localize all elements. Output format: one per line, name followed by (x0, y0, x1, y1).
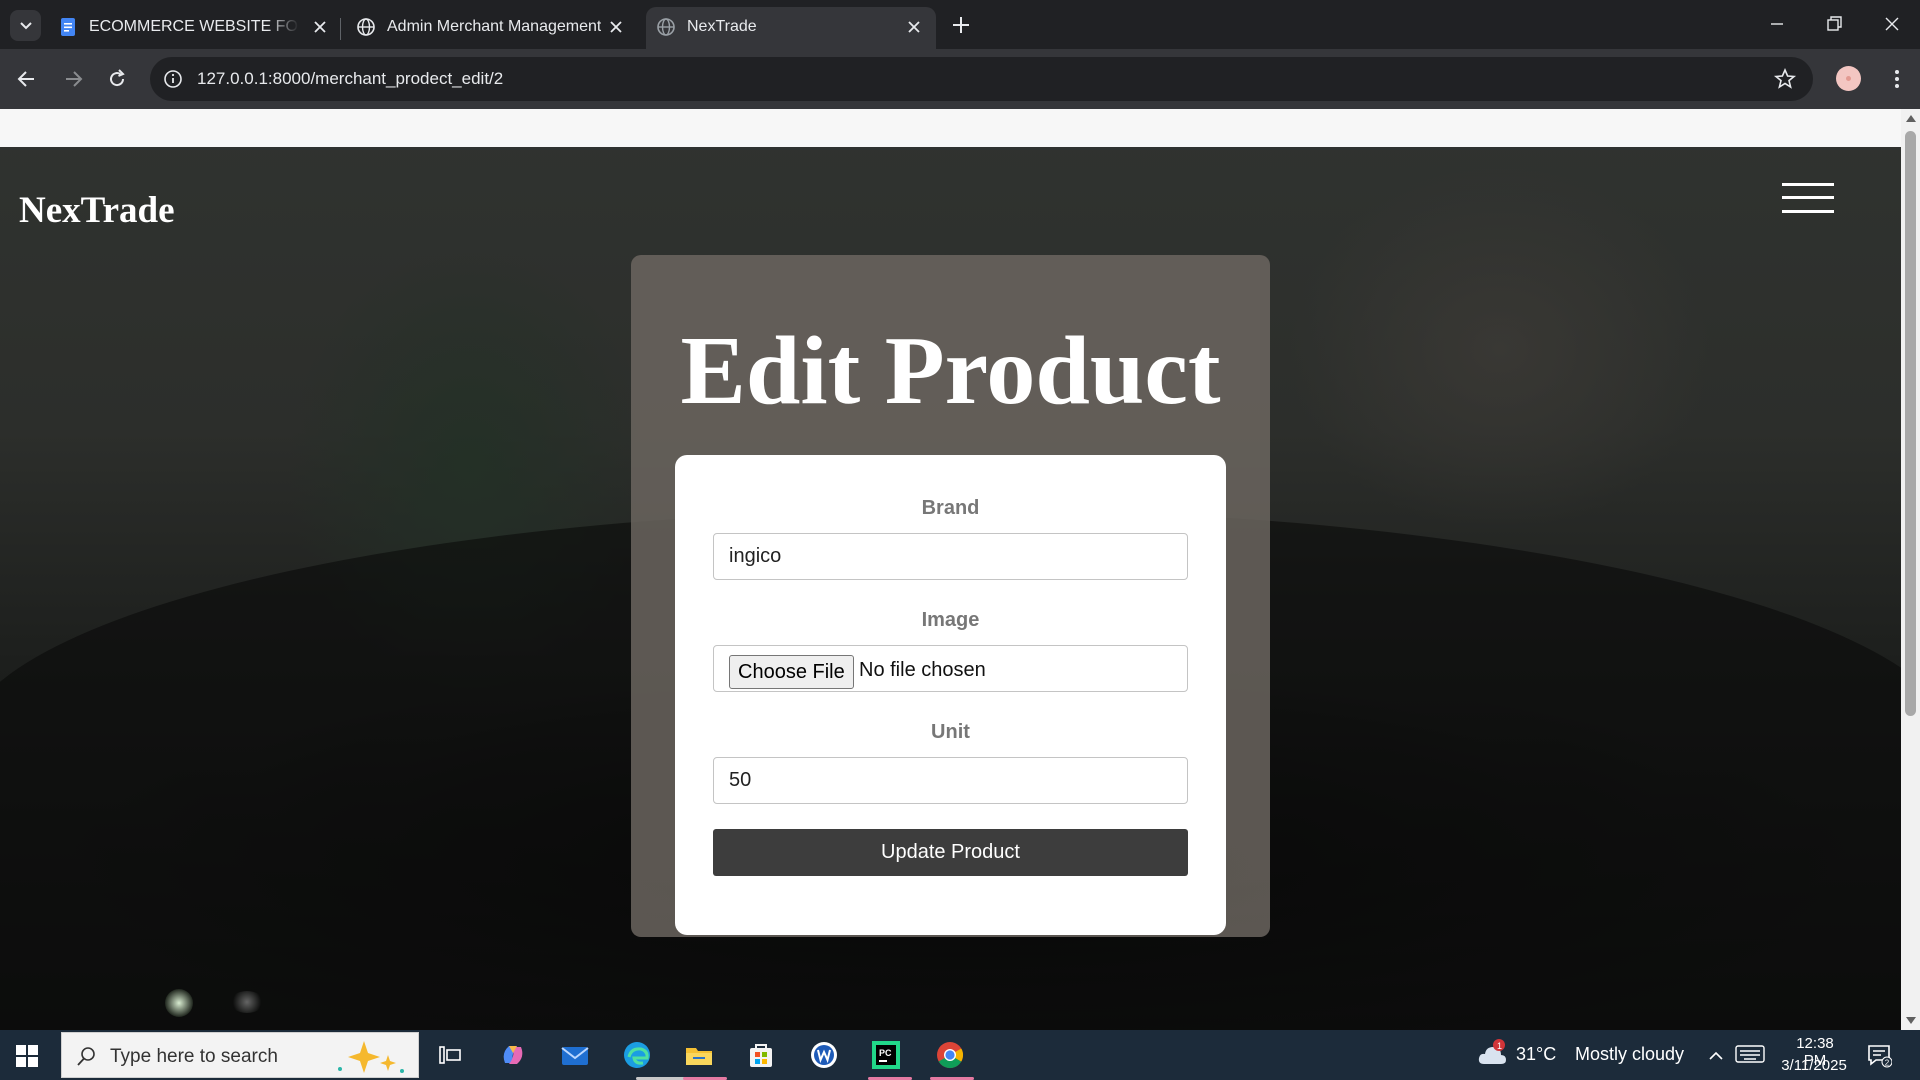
forward-arrow-icon[interactable] (60, 66, 86, 92)
tab-title: ECOMMERCE WEBSITE FOR LOC (89, 18, 299, 35)
tab-title: NexTrade (687, 18, 757, 35)
weather-cloud-icon[interactable]: 1 (1476, 1038, 1508, 1070)
tab-divider (340, 18, 341, 40)
profile-avatar[interactable] (1836, 66, 1861, 91)
taskbar-search-box[interactable]: Type here to search (61, 1032, 419, 1078)
mail-icon[interactable] (559, 1039, 591, 1071)
background-light (230, 991, 264, 1013)
globe-icon (657, 18, 675, 36)
unit-label: Unit (931, 721, 970, 743)
temperature-text: 31°C (1516, 1044, 1557, 1064)
word-icon[interactable] (808, 1039, 840, 1071)
file-explorer-icon[interactable] (683, 1039, 715, 1071)
weather-condition-text: Mostly cloudy (1575, 1044, 1685, 1064)
close-icon[interactable] (904, 17, 924, 37)
hamburger-line (1782, 196, 1834, 199)
windows-start-icon[interactable] (16, 1045, 38, 1067)
chevron-up-icon[interactable] (1706, 1046, 1726, 1066)
close-window-icon[interactable] (1880, 12, 1904, 36)
unit-input[interactable] (713, 757, 1188, 804)
hamburger-menu-icon[interactable] (1782, 183, 1834, 215)
tab-nextrade[interactable]: NexTrade (646, 7, 936, 49)
copilot-icon[interactable] (497, 1039, 529, 1071)
pycharm-icon[interactable]: PC (870, 1039, 902, 1071)
close-icon[interactable] (606, 17, 626, 37)
tab-title: Admin Merchant Management (387, 18, 602, 35)
edge-icon[interactable] (621, 1039, 653, 1071)
url-text[interactable]: 127.0.0.1:8000/merchant_prodect_edit/2 (197, 69, 503, 89)
image-file-input[interactable]: Choose File No file chosen (713, 645, 1188, 692)
chevron-down-icon (20, 22, 32, 30)
update-product-button[interactable]: Update Product (713, 829, 1188, 876)
keyboard-icon[interactable] (1735, 1044, 1765, 1064)
page-viewport: NexTrade Edit Product Brand Image Choose… (0, 109, 1901, 1030)
windows-taskbar: Type here to search PC 1 31°C Mostly clo… (0, 1030, 1920, 1080)
minimize-icon[interactable] (1765, 12, 1789, 36)
google-docs-icon (61, 18, 75, 36)
close-icon[interactable] (310, 17, 330, 37)
address-bar[interactable]: 127.0.0.1:8000/merchant_prodect_edit/2 (150, 57, 1813, 101)
microsoft-store-icon[interactable] (745, 1039, 777, 1071)
scroll-down-arrow-icon[interactable] (1906, 1017, 1916, 1024)
file-status-text: No file chosen (859, 659, 986, 681)
bookmark-star-icon[interactable] (1773, 67, 1797, 91)
tab-search-button[interactable] (10, 10, 41, 41)
chrome-icon[interactable] (934, 1039, 966, 1071)
search-icon (77, 1047, 95, 1066)
new-tab-plus-icon[interactable] (950, 14, 972, 36)
svg-text:PC: PC (879, 1048, 892, 1058)
choose-file-button[interactable]: Choose File (729, 655, 854, 689)
scroll-up-arrow-icon[interactable] (1906, 115, 1916, 122)
hamburger-line (1782, 183, 1834, 186)
scrollbar-thumb[interactable] (1905, 131, 1916, 716)
browser-tab-strip: ECOMMERCE WEBSITE FOR LOC Admin Merchant… (0, 0, 1920, 49)
site-logo[interactable]: NexTrade (19, 189, 175, 232)
search-highlight-sparkle-icon (338, 1041, 404, 1073)
back-arrow-icon[interactable] (14, 66, 40, 92)
notification-count: 2 (1885, 1058, 1890, 1067)
edit-product-card: Edit Product Brand Image Choose File No … (631, 255, 1270, 937)
weather-badge: 1 (1497, 1041, 1502, 1051)
notification-center-icon[interactable]: 2 (1866, 1042, 1892, 1068)
background-light (165, 989, 193, 1017)
clock-date[interactable]: 3/11/2025 (1774, 1057, 1854, 1074)
edit-product-form: Brand Image Choose File No file chosen U… (675, 455, 1226, 935)
image-label: Image (921, 609, 980, 631)
page-scrollbar[interactable] (1901, 109, 1920, 1030)
reload-icon[interactable] (104, 66, 130, 92)
hamburger-line (1782, 210, 1834, 213)
tab-ecommerce-doc[interactable]: ECOMMERCE WEBSITE FOR LOC (58, 7, 328, 49)
task-view-icon[interactable] (434, 1039, 466, 1071)
brand-input[interactable] (713, 533, 1188, 580)
search-placeholder: Type here to search (110, 1046, 278, 1067)
page-top-band (0, 109, 1901, 147)
site-info-icon[interactable] (162, 68, 184, 90)
more-menu-icon[interactable] (1884, 66, 1910, 92)
brand-label: Brand (921, 497, 980, 519)
page-title: Edit Product (680, 317, 1221, 425)
browser-toolbar: 127.0.0.1:8000/merchant_prodect_edit/2 (0, 49, 1920, 109)
tab-admin-merchant[interactable]: Admin Merchant Management (356, 7, 626, 49)
restore-icon[interactable] (1822, 12, 1846, 36)
globe-icon (357, 18, 375, 36)
